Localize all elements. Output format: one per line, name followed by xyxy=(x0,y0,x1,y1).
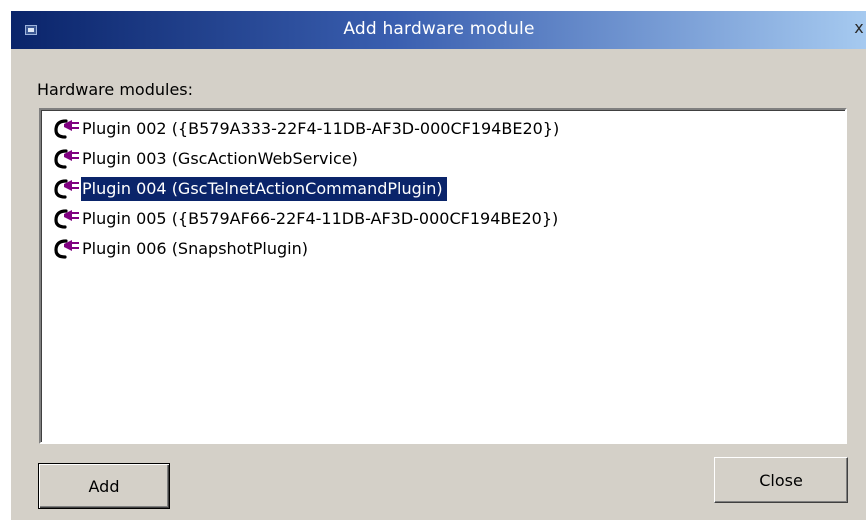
close-icon[interactable]: x xyxy=(851,17,866,39)
list-item-plugin-002[interactable]: Plugin 002 ({B579A333-22F4-11DB-AF3D-000… xyxy=(51,116,563,142)
window-title: Add hardware module xyxy=(343,19,535,39)
title-bar[interactable]: Add hardware module x xyxy=(11,11,866,49)
list-item-plugin-004[interactable]: Plugin 004 (GscTelnetActionCommandPlugin… xyxy=(51,176,447,202)
list-item-label: Plugin 003 (GscActionWebService) xyxy=(82,149,358,168)
close-button[interactable]: Close xyxy=(714,457,848,503)
plugin-icon xyxy=(54,149,79,169)
add-hardware-module-dialog: Add hardware module x Hardware modules: … xyxy=(10,10,866,520)
hardware-modules-label: Hardware modules: xyxy=(37,80,194,99)
list-item-plugin-005[interactable]: Plugin 005 ({B579AF66-22F4-11DB-AF3D-000… xyxy=(51,206,562,232)
list-item-label: Plugin 006 (SnapshotPlugin) xyxy=(82,239,308,258)
add-button[interactable]: Add xyxy=(38,463,170,509)
list-item-plugin-006[interactable]: Plugin 006 (SnapshotPlugin) xyxy=(51,236,312,262)
list-item-label: Plugin 005 ({B579AF66-22F4-11DB-AF3D-000… xyxy=(82,209,559,228)
plugin-icon xyxy=(54,119,79,139)
list-item-label: Plugin 002 ({B579A333-22F4-11DB-AF3D-000… xyxy=(82,119,560,138)
list-item-label: Plugin 004 (GscTelnetActionCommandPlugin… xyxy=(81,177,447,201)
plugin-icon xyxy=(54,239,79,259)
plugin-icon xyxy=(54,209,79,229)
plugin-icon xyxy=(54,179,79,199)
hardware-modules-list[interactable]: Plugin 002 ({B579A333-22F4-11DB-AF3D-000… xyxy=(39,108,847,444)
list-item-plugin-003[interactable]: Plugin 003 (GscActionWebService) xyxy=(51,146,362,172)
